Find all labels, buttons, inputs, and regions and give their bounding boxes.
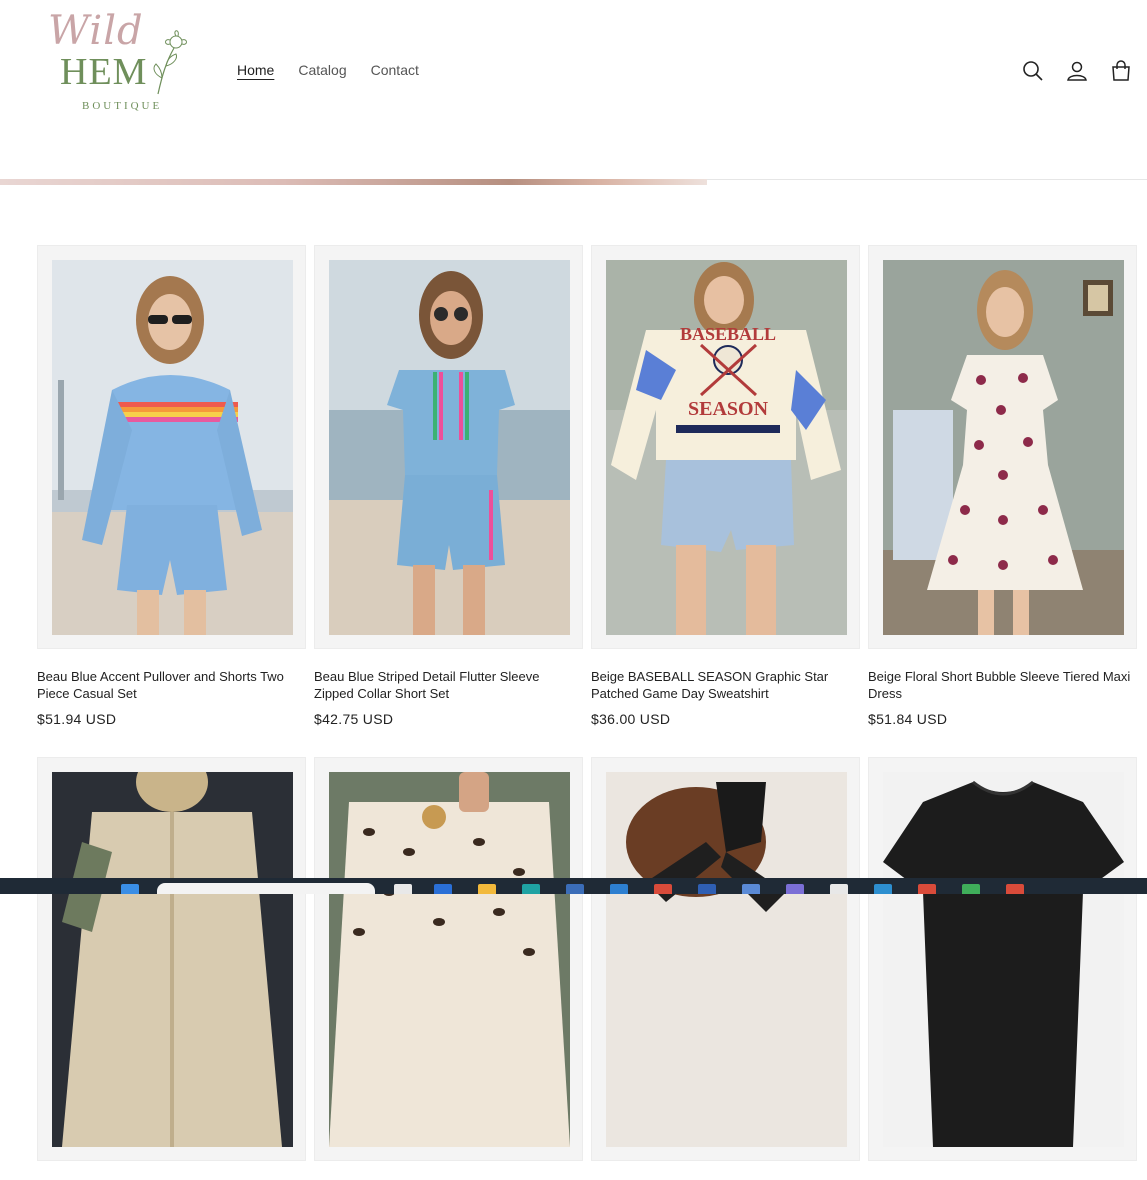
product-image-frame[interactable]	[591, 757, 860, 1161]
product-card[interactable]: Beau Blue Striped Detail Flutter Sleeve …	[314, 245, 583, 727]
app-icon[interactable]	[654, 884, 672, 894]
product-title[interactable]: Beige Floral Short Bubble Sleeve Tiered …	[868, 668, 1137, 702]
logo-boutique-text: BOUTIQUE	[82, 100, 163, 112]
svg-text:SEASON: SEASON	[688, 398, 769, 420]
app-icon[interactable]	[962, 884, 980, 894]
product-card[interactable]: BASEBALL SEASON Beige BASEBALL SEASON Gr…	[591, 245, 860, 727]
product-card[interactable]	[37, 757, 306, 1180]
product-card[interactable]: Beige Floral Short Bubble Sleeve Tiered …	[868, 245, 1137, 727]
app-icon[interactable]	[874, 884, 892, 894]
taskbar-search-box[interactable]	[157, 883, 375, 894]
product-photo[interactable]	[329, 260, 570, 635]
app-icon[interactable]	[610, 884, 628, 894]
app-icon[interactable]	[698, 884, 716, 894]
app-icon[interactable]	[1006, 884, 1024, 894]
product-image-frame[interactable]	[37, 757, 306, 1161]
cart-icon[interactable]	[1109, 58, 1133, 84]
product-image-frame[interactable]	[37, 245, 306, 649]
store-logo[interactable]: Wild HEM BOUTIQUE	[40, 6, 200, 116]
product-image-frame[interactable]	[868, 245, 1137, 649]
app-icon[interactable]	[742, 884, 760, 894]
hero-banner-strip	[0, 179, 707, 185]
product-photo[interactable]	[883, 260, 1124, 635]
product-card[interactable]	[314, 757, 583, 1180]
product-photo[interactable]	[52, 260, 293, 635]
site-header: Wild HEM BOUTIQUE Home Catalog Contact	[0, 0, 1147, 180]
os-taskbar	[0, 878, 1147, 894]
task-view-icon[interactable]	[394, 884, 412, 894]
product-price: $51.84 USD	[868, 711, 948, 727]
windows-start-icon[interactable]	[121, 884, 139, 894]
app-icon[interactable]	[830, 884, 848, 894]
account-icon[interactable]	[1065, 58, 1089, 84]
product-title[interactable]: Beau Blue Striped Detail Flutter Sleeve …	[314, 668, 583, 702]
nav-catalog-link[interactable]: Catalog	[298, 62, 346, 78]
logo-flower-icon	[153, 30, 187, 95]
product-photo[interactable]	[883, 772, 1124, 1147]
app-icon[interactable]	[566, 884, 584, 894]
logo-hem-text: HEM	[60, 51, 148, 93]
product-photo[interactable]: BASEBALL SEASON	[606, 260, 847, 635]
search-icon[interactable]	[1021, 58, 1045, 84]
product-price: $51.94 USD	[37, 711, 117, 727]
product-image-frame[interactable]: BASEBALL SEASON	[591, 245, 860, 649]
product-card[interactable]: Beau Blue Accent Pullover and Shorts Two…	[37, 245, 306, 727]
main-nav: Home Catalog Contact	[237, 62, 419, 78]
product-image-frame[interactable]	[314, 245, 583, 649]
product-title[interactable]: Beige BASEBALL SEASON Graphic Star Patch…	[591, 668, 860, 702]
header-icons	[1021, 58, 1133, 84]
nav-contact-link[interactable]: Contact	[371, 62, 419, 78]
product-card[interactable]	[868, 757, 1137, 1180]
product-card[interactable]	[591, 757, 860, 1180]
svg-text:BASEBALL: BASEBALL	[680, 324, 776, 344]
logo-wild-text: Wild	[48, 8, 144, 54]
app-icon[interactable]	[918, 884, 936, 894]
product-price: $36.00 USD	[591, 711, 671, 727]
product-photo[interactable]	[606, 772, 847, 1147]
browser-icon[interactable]	[522, 884, 540, 894]
product-image-frame[interactable]	[868, 757, 1137, 1161]
product-image-frame[interactable]	[314, 757, 583, 1161]
product-photo[interactable]	[52, 772, 293, 1147]
product-title[interactable]: Beau Blue Accent Pullover and Shorts Two…	[37, 668, 306, 702]
app-icon[interactable]	[786, 884, 804, 894]
nav-home-link[interactable]: Home	[237, 62, 274, 78]
product-photo[interactable]	[329, 772, 570, 1147]
product-grid: Beau Blue Accent Pullover and Shorts Two…	[37, 245, 1137, 1180]
product-price: $42.75 USD	[314, 711, 394, 727]
file-explorer-icon[interactable]	[478, 884, 496, 894]
edge-browser-icon[interactable]	[434, 884, 452, 894]
